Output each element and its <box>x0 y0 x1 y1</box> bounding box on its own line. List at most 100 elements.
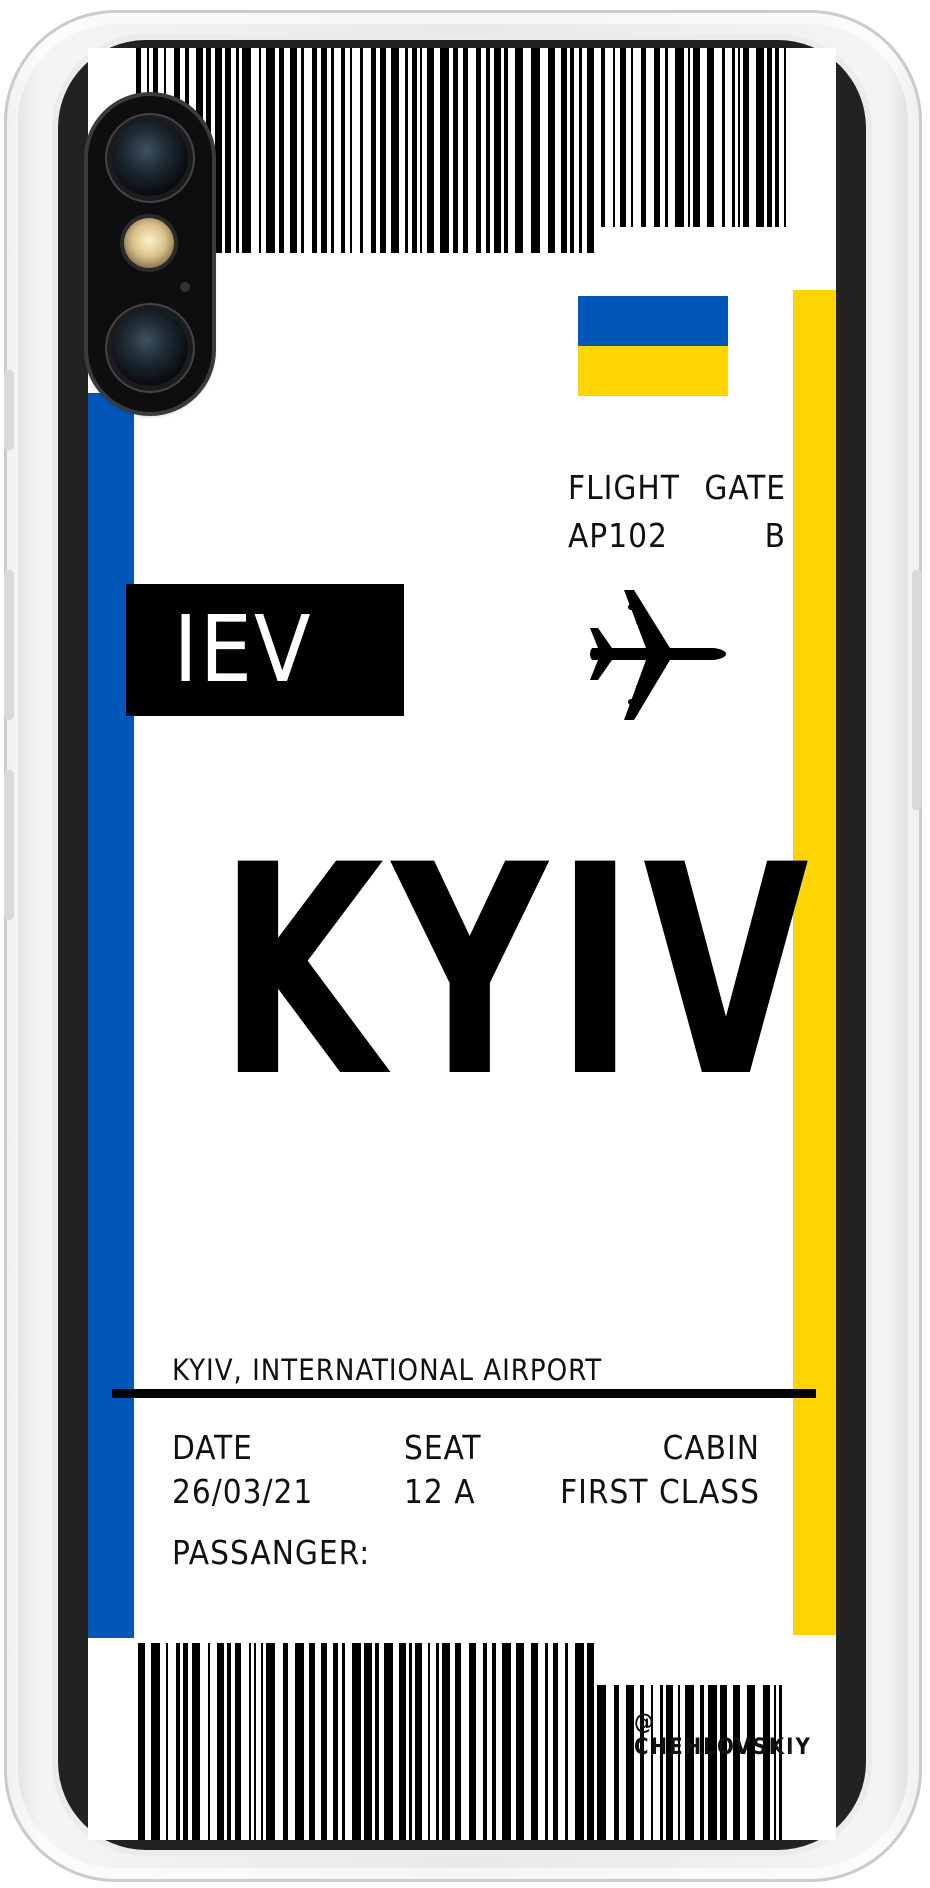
cabin-label: CABIN <box>662 1428 760 1467</box>
barcode-bar <box>641 48 646 227</box>
blue-stripe <box>88 393 134 1638</box>
barcode-bar <box>341 48 345 253</box>
barcode-bar <box>666 1685 673 1840</box>
barcode-bar <box>217 1643 224 1840</box>
camera-lens-icon <box>112 120 188 196</box>
flash-icon <box>124 218 174 268</box>
barcode-bar <box>333 1643 338 1840</box>
barcode-bar <box>301 48 304 253</box>
barcode-bar <box>708 1685 717 1840</box>
barcode-bar <box>192 1643 200 1840</box>
barcode-bar <box>651 1685 653 1840</box>
barcode-bar <box>352 1643 361 1840</box>
date-value: 26/03/21 <box>172 1472 314 1511</box>
barcode-bar <box>266 1643 275 1840</box>
barcode-bar <box>545 1643 548 1840</box>
flag-yellow-band <box>578 346 728 396</box>
barcode-bar <box>688 48 690 227</box>
barcode-bar <box>685 1685 694 1840</box>
barcode-bar <box>579 48 582 253</box>
barcode-bar <box>640 1685 644 1840</box>
barcode-bar <box>660 1685 663 1840</box>
barcode-bar <box>312 48 317 253</box>
barcode-bar <box>261 1643 263 1840</box>
barcode-bar <box>678 1685 680 1840</box>
camera-module <box>88 96 212 412</box>
barcode-bar <box>151 1643 160 1840</box>
barcode-bar <box>176 1643 180 1840</box>
barcode-bar <box>453 48 458 253</box>
barcode-bar <box>720 1685 727 1840</box>
barcode-bar <box>587 1643 594 1840</box>
barcode-bar <box>587 48 594 253</box>
barcode-bar <box>364 1643 372 1840</box>
barcode-bar <box>415 1643 422 1840</box>
seat-value: 12 A <box>404 1472 476 1511</box>
barcode-bar <box>138 1643 145 1840</box>
barcode-bar <box>693 48 700 227</box>
barcode-bar <box>767 48 772 227</box>
barcode-bar <box>440 48 449 253</box>
barcode-bar <box>254 1643 256 1840</box>
ukraine-flag <box>578 296 728 396</box>
barcode-bar <box>380 48 386 253</box>
barcode-top <box>136 48 786 253</box>
barcode-bar <box>665 48 668 227</box>
barcode-bar <box>561 48 567 253</box>
barcode-bar <box>242 48 251 253</box>
seat-label: SEAT <box>404 1428 482 1467</box>
barcode-bar <box>548 48 555 253</box>
barcode-bar <box>784 48 786 227</box>
barcode-bar <box>774 1685 776 1840</box>
gate-label: GATE <box>704 468 786 507</box>
barcode-bar <box>249 1643 251 1840</box>
barcode-bar <box>654 48 660 227</box>
gate-value: B <box>764 516 786 555</box>
barcode-bar <box>492 1643 496 1840</box>
side-button <box>912 570 922 810</box>
barcode-bar <box>295 1643 304 1840</box>
barcode-bar <box>614 1685 619 1840</box>
barcode-bar <box>371 48 376 253</box>
cabin-value: FIRST CLASS <box>560 1472 760 1511</box>
airplane-icon <box>590 590 726 720</box>
camera-lens-icon <box>112 310 188 386</box>
barcode-bar <box>675 48 684 227</box>
barcode-bar <box>342 1643 345 1840</box>
barcode-bar <box>494 48 501 253</box>
barcode-bar <box>722 48 725 227</box>
barcode-bar <box>707 48 714 227</box>
barcode-bar <box>283 1643 288 1840</box>
barcode-bar <box>779 1685 782 1840</box>
barcode-bar <box>290 48 297 253</box>
barcode-bar <box>631 48 633 227</box>
barcode-bar <box>227 1643 231 1840</box>
barcode-bar <box>375 1643 379 1840</box>
barcode-bar <box>575 1643 584 1840</box>
barcode-bar <box>700 1685 704 1840</box>
barcode-bar <box>531 48 540 253</box>
passenger-label: PASSANGER: <box>172 1533 371 1572</box>
barcode-bar <box>613 48 615 227</box>
barcode-bar <box>436 1643 439 1840</box>
barcode-bar <box>420 48 422 253</box>
destination-city: KYIV <box>218 804 817 1141</box>
barcode-bar <box>732 48 735 227</box>
barcode-bar <box>350 48 352 253</box>
barcode-bar <box>775 48 779 227</box>
barcode-bar <box>455 1643 461 1840</box>
barcode-bar <box>266 48 275 253</box>
barcode-bar <box>515 48 523 253</box>
barcode-bar <box>626 1685 634 1840</box>
barcode-bar <box>259 48 261 253</box>
barcode-bar <box>504 48 508 253</box>
barcode-bar <box>384 1643 393 1840</box>
barcode-bar <box>236 48 239 253</box>
barcode-bar <box>502 1643 511 1840</box>
barcode-bar <box>483 1643 487 1840</box>
barcode-bar <box>516 1643 524 1840</box>
barcode-bar <box>756 48 764 227</box>
barcode-bar <box>183 1643 188 1840</box>
side-button <box>4 770 14 920</box>
barcode-bar <box>486 48 490 253</box>
